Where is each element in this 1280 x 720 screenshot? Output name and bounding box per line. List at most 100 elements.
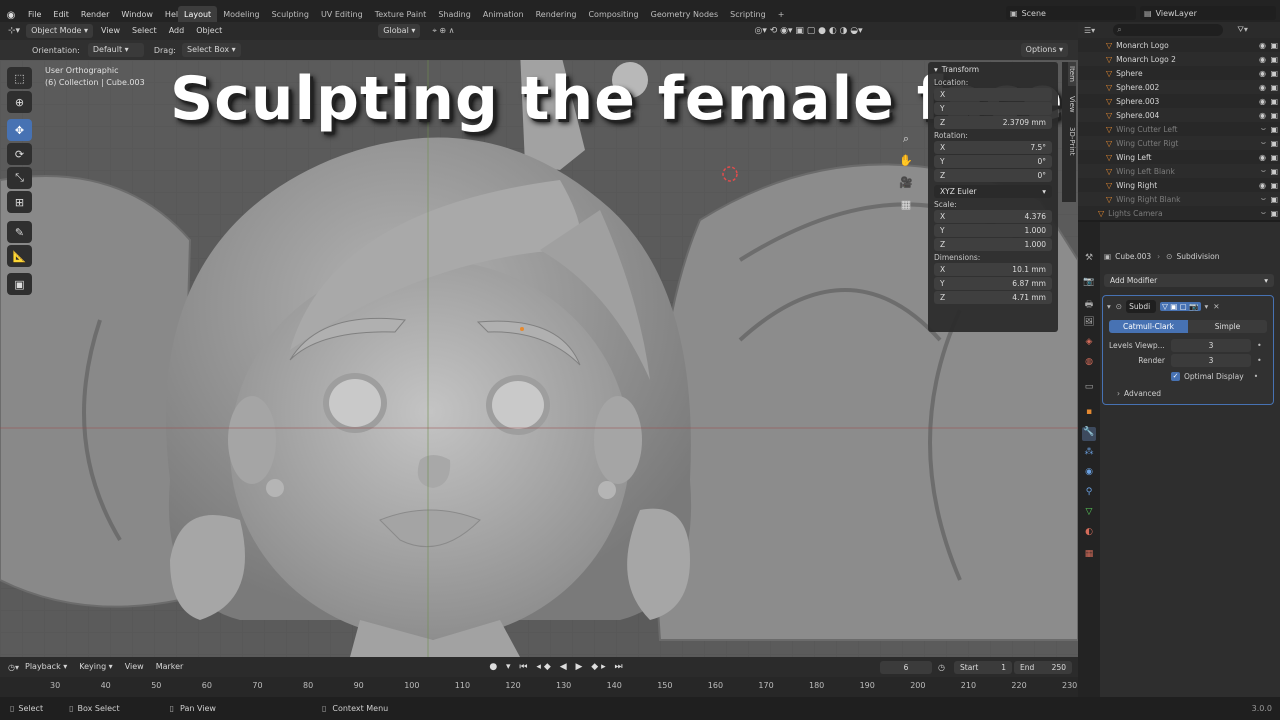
render-camera-icon[interactable]: ▣ [1270, 181, 1278, 190]
expand-icon[interactable]: ▾ [1107, 302, 1111, 311]
scale-tool-icon[interactable]: ⤡ [7, 167, 32, 189]
move-tool-icon[interactable]: ✥ [7, 119, 32, 141]
scale-z-field[interactable]: Z 1.000 [934, 238, 1052, 251]
rotate-tool-icon[interactable]: ⟳ [7, 143, 32, 165]
visibility-eye-icon[interactable]: ◉ [1259, 83, 1266, 92]
material-tab-icon[interactable]: ◐ [1082, 527, 1096, 541]
keying-menu[interactable]: Keying ▾ [73, 657, 118, 677]
outliner-row[interactable]: ▽ Wing Cutter Rigt ⌣ ▣ [1078, 136, 1280, 150]
playback-menu[interactable]: Playback ▾ [19, 657, 73, 677]
blender-icon[interactable]: ◉ [0, 10, 22, 21]
visibility-eye-icon[interactable]: ⌣ [1261, 194, 1266, 204]
render-camera-icon[interactable]: ▣ [1270, 125, 1278, 134]
outliner-row[interactable]: ▽ Monarch Logo ◉ ▣ [1078, 38, 1280, 52]
render-camera-icon[interactable]: ▣ [1270, 195, 1278, 204]
options-dropdown[interactable]: Options ▾ [1020, 43, 1069, 57]
visibility-eye-icon[interactable]: ◉ [1259, 69, 1266, 78]
scene-selector[interactable]: ▣ Scene [1006, 6, 1136, 20]
scale-y-field[interactable]: Y 1.000 [934, 224, 1052, 237]
location-x-field[interactable]: X [934, 88, 1052, 101]
keyframe-dot-icon[interactable]: • [1257, 356, 1262, 365]
start-frame-field[interactable]: Start 1 [954, 660, 1012, 674]
modifier-name-field[interactable]: Subdi [1126, 299, 1157, 313]
outliner-row[interactable]: ▽ Sphere.002 ◉ ▣ [1078, 80, 1280, 94]
transform-tool-icon[interactable]: ⊞ [7, 191, 32, 213]
visibility-eye-icon[interactable]: ◉ [1259, 181, 1266, 190]
outliner-row[interactable]: ▽ Sphere.004 ◉ ▣ [1078, 108, 1280, 122]
marker-menu[interactable]: Marker [150, 657, 190, 677]
timeline-editor-icon[interactable]: ◷▾ [8, 663, 19, 672]
render-camera-icon[interactable]: ▣ [1270, 69, 1278, 78]
world-tab-icon[interactable]: ◍ [1082, 357, 1096, 371]
visibility-eye-icon[interactable]: ◉ [1259, 111, 1266, 120]
outliner-row[interactable]: ▽ Sphere.003 ◉ ▣ [1078, 94, 1280, 108]
filter-icon[interactable]: ⛛▾ [1237, 25, 1248, 35]
rotation-y-field[interactable]: Y 0° [934, 155, 1052, 168]
clock-icon[interactable]: ◷ [938, 663, 945, 672]
particles-tab-icon[interactable]: ⁂ [1082, 447, 1096, 461]
outliner-row[interactable]: ▽ Wing Right ◉ ▣ [1078, 178, 1280, 192]
measure-tool-icon[interactable]: 📐 [7, 245, 32, 267]
mode-dropdown[interactable]: Object Mode ▾ [26, 24, 94, 38]
3d-viewport[interactable]: User Orthographic (6) Collection | Cube.… [0, 60, 1078, 657]
visibility-eye-icon[interactable]: ⌣ [1261, 166, 1266, 176]
advanced-subpanel[interactable]: › Advanced [1117, 389, 1267, 398]
render-camera-icon[interactable]: ▣ [1270, 167, 1278, 176]
tab-3d-print[interactable]: 3D-Print [1068, 123, 1076, 159]
catmull-clark-button[interactable]: Catmull-Clark [1109, 320, 1188, 333]
data-tab-icon[interactable]: ▽ [1082, 507, 1096, 521]
rotation-mode-dropdown[interactable]: XYZ Euler ▾ [934, 185, 1052, 198]
menu-view[interactable]: View [95, 22, 126, 40]
modifier-menu-icon[interactable]: ▾ [1205, 302, 1209, 311]
collection-tab-icon[interactable]: ▭ [1082, 382, 1096, 396]
render-camera-icon[interactable]: ▣ [1270, 83, 1278, 92]
drag-dropdown[interactable]: Select Box ▾ [181, 43, 241, 57]
physics-tab-icon[interactable]: ◉ [1082, 467, 1096, 481]
dimensions-x-field[interactable]: X 10.1 mm [934, 263, 1052, 276]
outliner-row[interactable]: ▽ Wing Right Blank ⌣ ▣ [1078, 192, 1280, 206]
annotate-tool-icon[interactable]: ✎ [7, 221, 32, 243]
camera-view-icon[interactable]: 🎥 [898, 172, 914, 194]
menu-select[interactable]: Select [126, 22, 163, 40]
outliner-search-input[interactable]: ⌕ [1113, 24, 1224, 36]
keyframe-dot-icon[interactable]: • [1254, 372, 1258, 381]
outliner-row[interactable]: ▽ Wing Left ◉ ▣ [1078, 150, 1280, 164]
render-camera-icon[interactable]: ▣ [1270, 41, 1278, 50]
visibility-eye-icon[interactable]: ◉ [1259, 97, 1266, 106]
optimal-display-checkbox[interactable]: ✓ [1171, 372, 1180, 381]
visibility-eye-icon[interactable]: ⌣ [1261, 138, 1266, 148]
modifier-visibility-icons[interactable]: ▽ ▣ ▢ 📷 [1160, 301, 1201, 311]
menu-object[interactable]: Object [190, 22, 228, 40]
select-box-tool-icon[interactable]: ⬚ [7, 67, 32, 89]
add-cube-tool-icon[interactable]: ▣ [7, 273, 32, 295]
tab-item[interactable]: Item [1068, 62, 1076, 86]
tool-tab-icon[interactable]: ⚒ [1082, 253, 1096, 267]
render-camera-icon[interactable]: ▣ [1270, 55, 1278, 64]
menu-add[interactable]: Add [163, 22, 191, 40]
dimensions-y-field[interactable]: Y 6.87 mm [934, 277, 1052, 290]
playback-controls[interactable]: ● ▾ ⏮ ◂◆ ◀ ▶ ◆▸ ⏭ [489, 662, 625, 672]
constraints-tab-icon[interactable]: ⚲ [1082, 487, 1096, 501]
rotation-z-field[interactable]: Z 0° [934, 169, 1052, 182]
add-modifier-dropdown[interactable]: Add Modifier ▾ [1104, 274, 1274, 287]
current-frame-field[interactable]: 6 [880, 660, 932, 674]
render-levels-field[interactable]: 3 [1171, 354, 1251, 367]
outliner-row[interactable]: ▽ Sphere ◉ ▣ [1078, 66, 1280, 80]
render-camera-icon[interactable]: ▣ [1270, 139, 1278, 148]
rotation-x-field[interactable]: X 7.5° [934, 141, 1052, 154]
end-frame-field[interactable]: End 250 [1014, 660, 1072, 674]
timeline-ruler[interactable]: 30 40 50 60 70 80 90 100 110 120 130 140 150 160 170 18… [0, 677, 1078, 697]
modifier-close-icon[interactable]: ✕ [1213, 302, 1219, 311]
visibility-eye-icon[interactable]: ⌣ [1261, 124, 1266, 134]
editor-type-icon[interactable]: ⊹▾ [8, 26, 20, 36]
render-camera-icon[interactable]: ▣ [1270, 111, 1278, 120]
dimensions-z-field[interactable]: Z 4.71 mm [934, 291, 1052, 304]
outliner-row[interactable]: ▽ Wing Cutter Left ⌣ ▣ [1078, 122, 1280, 136]
view-layer-tab-icon[interactable]: 🖼 [1082, 317, 1096, 331]
collapse-icon[interactable]: ▾ [934, 65, 938, 74]
timeline-view-menu[interactable]: View [119, 657, 150, 677]
scene-tab-icon[interactable]: ◈ [1082, 337, 1096, 351]
visibility-eye-icon[interactable]: ◉ [1259, 55, 1266, 64]
tab-view[interactable]: View [1068, 88, 1076, 121]
location-z-field[interactable]: Z 2.3709 mm [934, 116, 1052, 129]
